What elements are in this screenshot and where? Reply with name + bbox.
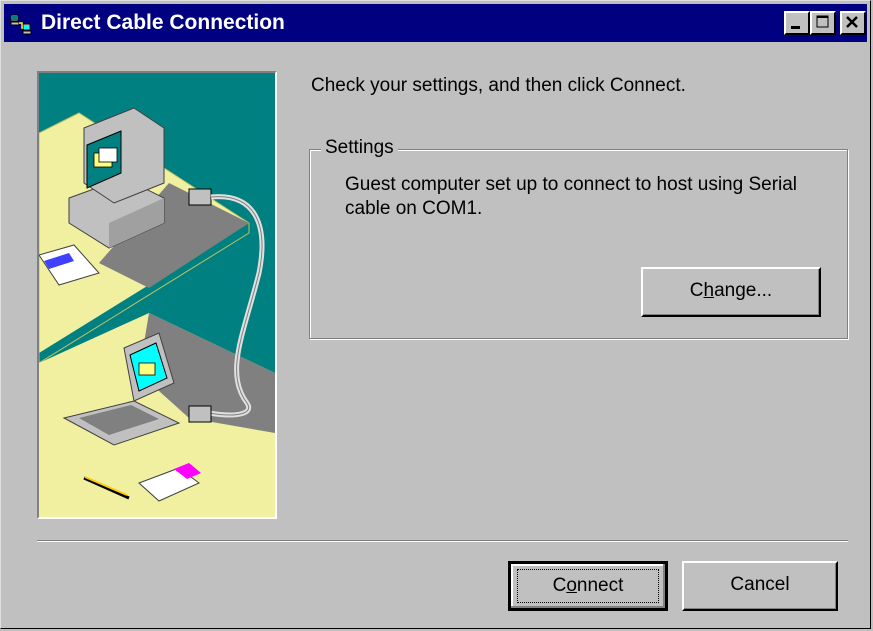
- maximize-icon: [816, 15, 829, 28]
- change-button[interactable]: Change...: [641, 267, 821, 317]
- separator-line: [37, 540, 848, 542]
- close-button[interactable]: [840, 11, 866, 35]
- settings-description: Guest computer set up to connect to host…: [345, 174, 798, 219]
- focus-rectangle: [517, 569, 659, 603]
- instruction-text: Check your settings, and then click Conn…: [311, 75, 686, 96]
- direct-cable-connection-window: Direct Cable Connection Check your setti…: [0, 0, 871, 629]
- title-bar[interactable]: Direct Cable Connection: [4, 4, 867, 42]
- maximize-button[interactable]: [810, 11, 836, 35]
- close-icon: [846, 16, 858, 28]
- change-button-label: Change...: [689, 280, 773, 301]
- connect-button[interactable]: Connect: [508, 561, 668, 611]
- settings-group-label: Settings: [321, 137, 398, 159]
- direct-cable-icon: [10, 14, 32, 35]
- illustration-graphic: [39, 73, 275, 517]
- connection-illustration: [37, 71, 277, 519]
- cancel-button[interactable]: Cancel: [682, 561, 838, 611]
- window-title: Direct Cable Connection: [41, 11, 285, 34]
- minimize-button[interactable]: [784, 11, 810, 35]
- minimize-icon: [791, 26, 800, 29]
